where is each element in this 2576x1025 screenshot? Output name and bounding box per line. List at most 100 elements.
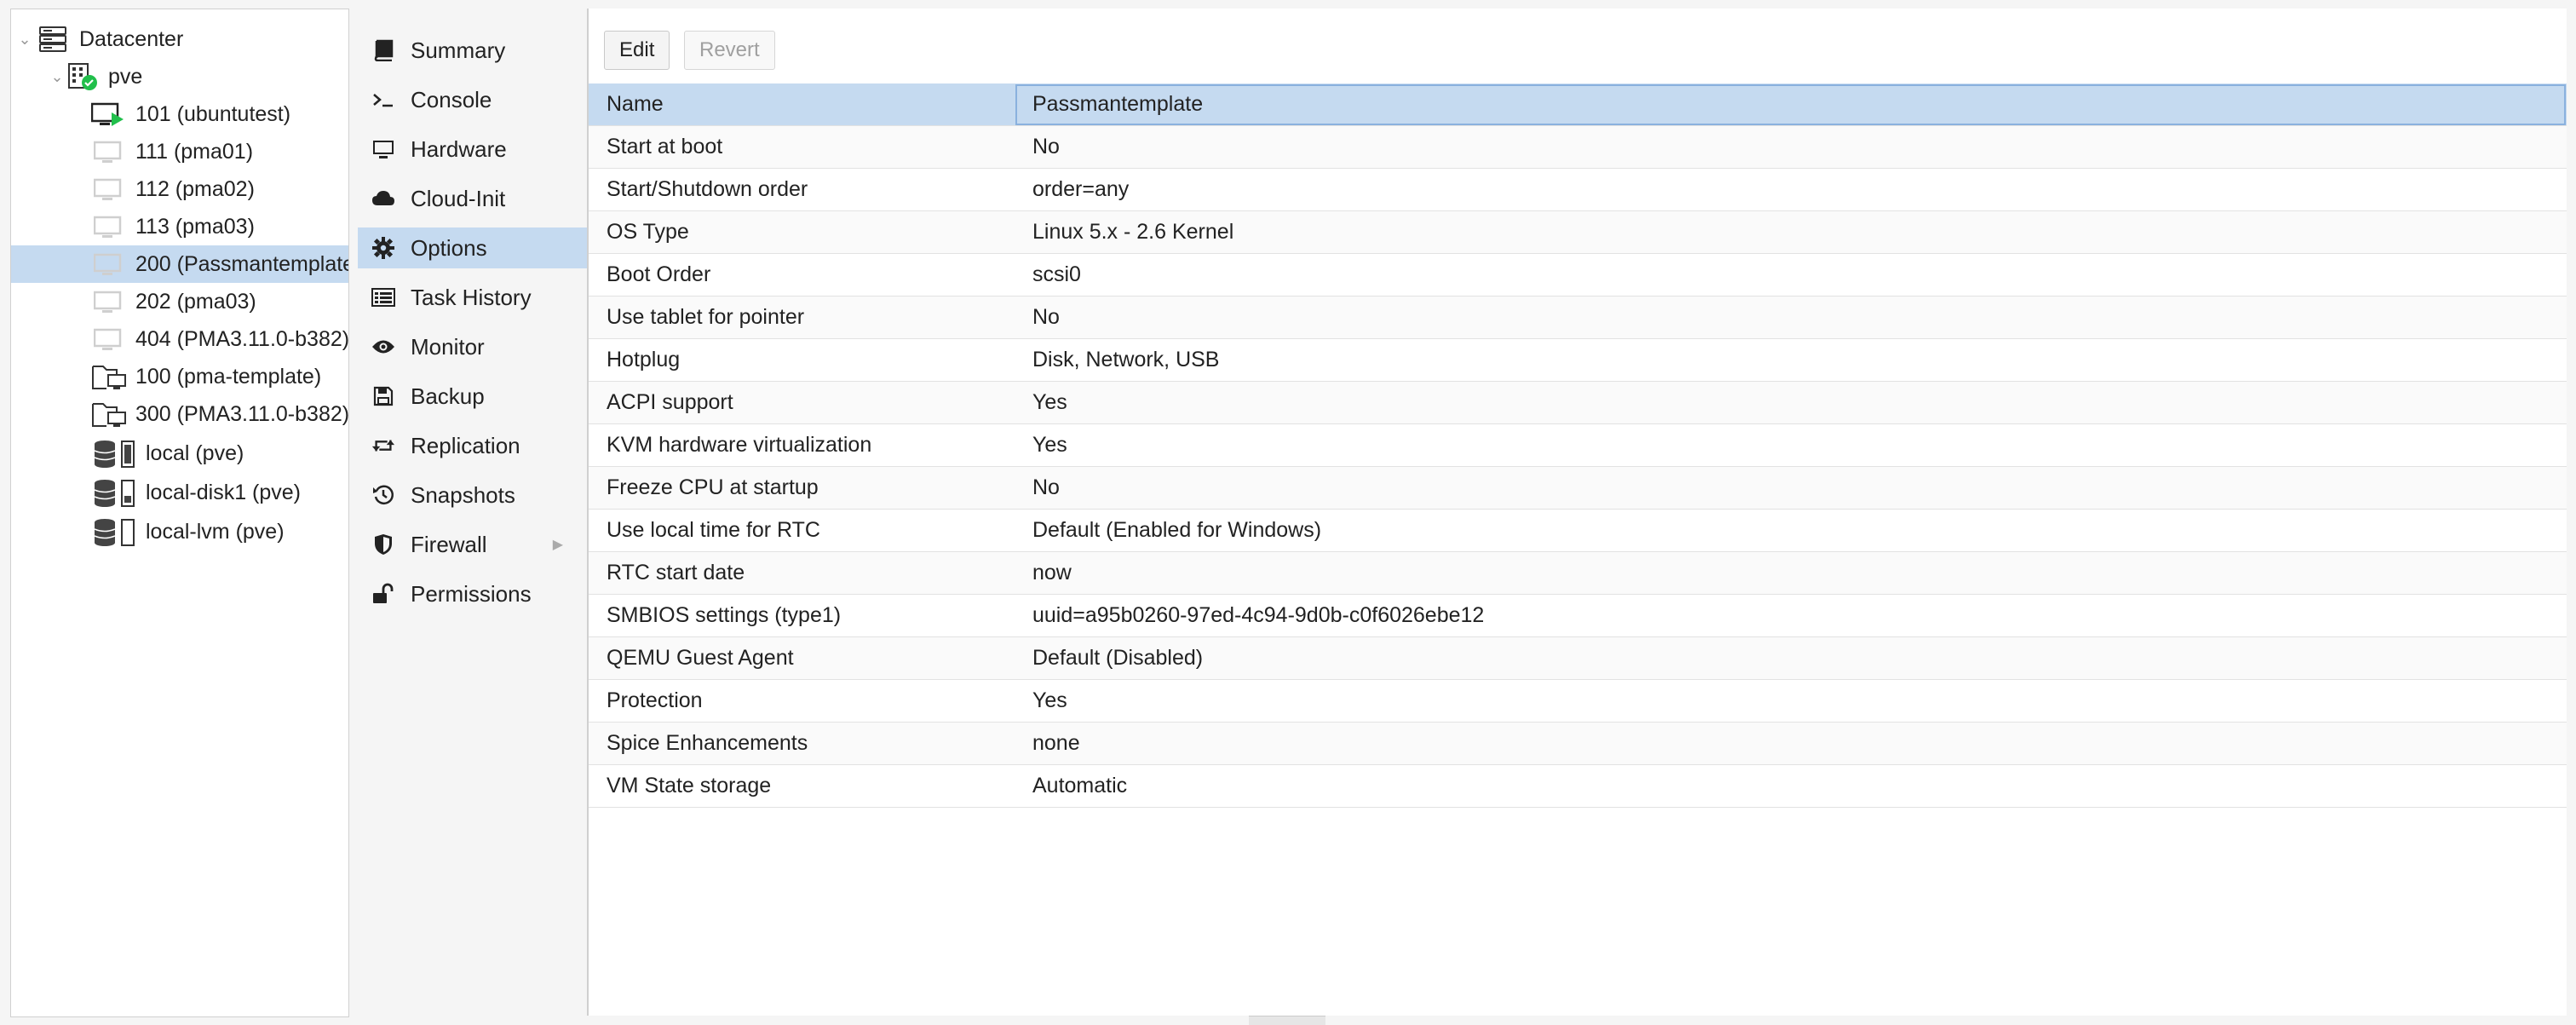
option-key: Hotplug	[589, 338, 1015, 382]
option-key: Freeze CPU at startup	[589, 466, 1015, 510]
option-key: SMBIOS settings (type1)	[589, 594, 1015, 637]
nav-item-label: Firewall	[411, 531, 487, 557]
option-key: QEMU Guest Agent	[589, 636, 1015, 680]
nav-item-task-history[interactable]: Task History	[358, 277, 587, 318]
nav-item-snapshots[interactable]: Snapshots	[358, 475, 587, 515]
options-row-freeze-cpu[interactable]: Freeze CPU at startup No	[589, 466, 2567, 510]
tree-node-pve[interactable]: ⌄ pve	[11, 58, 348, 95]
storage-icon	[93, 479, 139, 508]
option-key: VM State storage	[589, 764, 1015, 808]
options-row-smbios[interactable]: SMBIOS settings (type1) uuid=a95b0260-97e…	[589, 594, 2567, 637]
options-row-kvm[interactable]: KVM hardware virtualization Yes	[589, 423, 2567, 467]
vm-stopped-icon	[93, 215, 124, 240]
options-row-localtime[interactable]: Use local time for RTC Default (Enabled f…	[589, 509, 2567, 552]
option-key: Boot Order	[589, 253, 1015, 297]
options-row-os-type[interactable]: OS Type Linux 5.x - 2.6 Kernel	[589, 210, 2567, 254]
template-icon	[91, 363, 129, 392]
tree-item-label: 404 (PMA3.11.0-b382)	[135, 326, 349, 351]
tree-item-label: 202 (pma03)	[135, 289, 256, 314]
option-value: now	[1015, 551, 2567, 595]
nav-item-replication[interactable]: Replication	[358, 425, 587, 466]
option-value: order=any	[1015, 168, 2567, 211]
chevron-down-icon[interactable]: ⌄	[49, 68, 66, 85]
tree-item-vm-113[interactable]: 113 (pma03)	[11, 208, 348, 245]
tree-item-template-100[interactable]: 100 (pma-template)	[11, 358, 348, 395]
nav-item-label: Permissions	[411, 580, 532, 607]
nav-item-monitor[interactable]: Monitor	[358, 326, 587, 367]
tree-item-vm-200[interactable]: 200 (Passmantemplate)	[11, 245, 348, 283]
monitor-icon	[371, 137, 395, 161]
revert-button[interactable]: Revert	[684, 31, 775, 70]
nav-item-label: Snapshots	[411, 481, 515, 508]
option-value: Yes	[1015, 423, 2567, 467]
option-key: KVM hardware virtualization	[589, 423, 1015, 467]
caret-right-icon[interactable]: ▶	[553, 536, 563, 553]
options-row-tablet-pointer[interactable]: Use tablet for pointer No	[589, 296, 2567, 339]
options-row-acpi[interactable]: ACPI support Yes	[589, 381, 2567, 424]
vm-stopped-icon	[93, 252, 124, 278]
tree-datacenter[interactable]: ⌄ Datacenter	[11, 20, 348, 58]
terminal-icon	[371, 88, 395, 112]
options-row-protection[interactable]: Protection Yes	[589, 679, 2567, 723]
tree-item-storage-local-disk1[interactable]: local-disk1 (pve)	[11, 474, 348, 511]
storage-icon	[93, 440, 139, 469]
tree-item-label: 111 (pma01)	[135, 139, 254, 164]
tree-item-label: local-disk1 (pve)	[146, 480, 302, 504]
option-key: Start at boot	[589, 125, 1015, 169]
floppy-icon	[371, 384, 395, 408]
vm-stopped-icon	[93, 327, 124, 353]
nav-item-label: Options	[411, 234, 487, 261]
edit-button[interactable]: Edit	[604, 31, 670, 70]
tree-item-storage-local[interactable]: local (pve)	[11, 435, 348, 472]
tree-item-vm-111[interactable]: 111 (pma01)	[11, 133, 348, 170]
options-row-qemu-agent[interactable]: QEMU Guest Agent Default (Disabled)	[589, 636, 2567, 680]
option-value: No	[1015, 125, 2567, 169]
options-row-start-at-boot[interactable]: Start at boot No	[589, 125, 2567, 169]
panel-resize-handle[interactable]	[1249, 1016, 1325, 1025]
tree-item-template-300[interactable]: 300 (PMA3.11.0-b382)	[11, 395, 348, 433]
nav-item-firewall[interactable]: Firewall ▶	[358, 524, 587, 565]
option-value: scsi0	[1015, 253, 2567, 297]
options-row-vmstate[interactable]: VM State storage Automatic	[589, 764, 2567, 808]
nav-item-label: Task History	[411, 284, 532, 310]
option-key: RTC start date	[589, 551, 1015, 595]
chevron-down-icon[interactable]: ⌄	[16, 31, 33, 48]
tree-item-label: 200 (Passmantemplate)	[135, 251, 349, 276]
option-key: Use tablet for pointer	[589, 296, 1015, 339]
option-key: Spice Enhancements	[589, 722, 1015, 765]
tree-item-label: 100 (pma-template)	[135, 364, 322, 389]
nav-item-summary[interactable]: Summary	[358, 30, 587, 71]
nav-item-hardware[interactable]: Hardware	[358, 129, 587, 170]
vm-config-nav: Summary Console Hardware Cloud-Init Opti…	[358, 9, 588, 1016]
tree-item-vm-112[interactable]: 112 (pma02)	[11, 170, 348, 208]
options-row-startup-order[interactable]: Start/Shutdown order order=any	[589, 168, 2567, 211]
options-row-spice[interactable]: Spice Enhancements none	[589, 722, 2567, 765]
tree-item-vm-404[interactable]: 404 (PMA3.11.0-b382)	[11, 320, 348, 358]
option-value: Default (Enabled for Windows)	[1015, 509, 2567, 552]
tree-datacenter-label: Datacenter	[79, 26, 184, 51]
tree-item-vm-101[interactable]: 101 (ubuntutest)	[11, 95, 348, 133]
resource-tree: ⌄ Datacenter ⌄ pve 101 (ubuntutest) 111 …	[10, 9, 349, 1017]
nav-item-options[interactable]: Options	[358, 227, 587, 268]
option-value: Yes	[1015, 679, 2567, 723]
options-row-rtc-start[interactable]: RTC start date now	[589, 551, 2567, 595]
template-icon	[91, 400, 129, 429]
nav-item-cloud-init[interactable]: Cloud-Init	[358, 178, 587, 219]
options-grid: Name Passmantemplate Start at boot No Star…	[589, 83, 2567, 808]
server-rack-icon	[38, 26, 67, 53]
tree-node-label: pve	[108, 64, 143, 89]
options-row-boot-order[interactable]: Boot Order scsi0	[589, 253, 2567, 297]
nav-item-permissions[interactable]: Permissions	[358, 573, 587, 614]
vm-running-icon	[91, 102, 125, 128]
vm-stopped-icon	[93, 290, 124, 315]
nav-item-backup[interactable]: Backup	[358, 376, 587, 417]
options-row-name[interactable]: Name Passmantemplate	[589, 83, 2567, 126]
eye-icon	[371, 335, 395, 359]
option-value: Yes	[1015, 381, 2567, 424]
nav-item-label: Console	[411, 86, 492, 112]
tree-item-storage-local-lvm[interactable]: local-lvm (pve)	[11, 513, 348, 550]
nav-item-console[interactable]: Console	[358, 79, 587, 120]
tree-item-vm-202[interactable]: 202 (pma03)	[11, 283, 348, 320]
options-row-hotplug[interactable]: Hotplug Disk, Network, USB	[589, 338, 2567, 382]
option-value: Default (Disabled)	[1015, 636, 2567, 680]
